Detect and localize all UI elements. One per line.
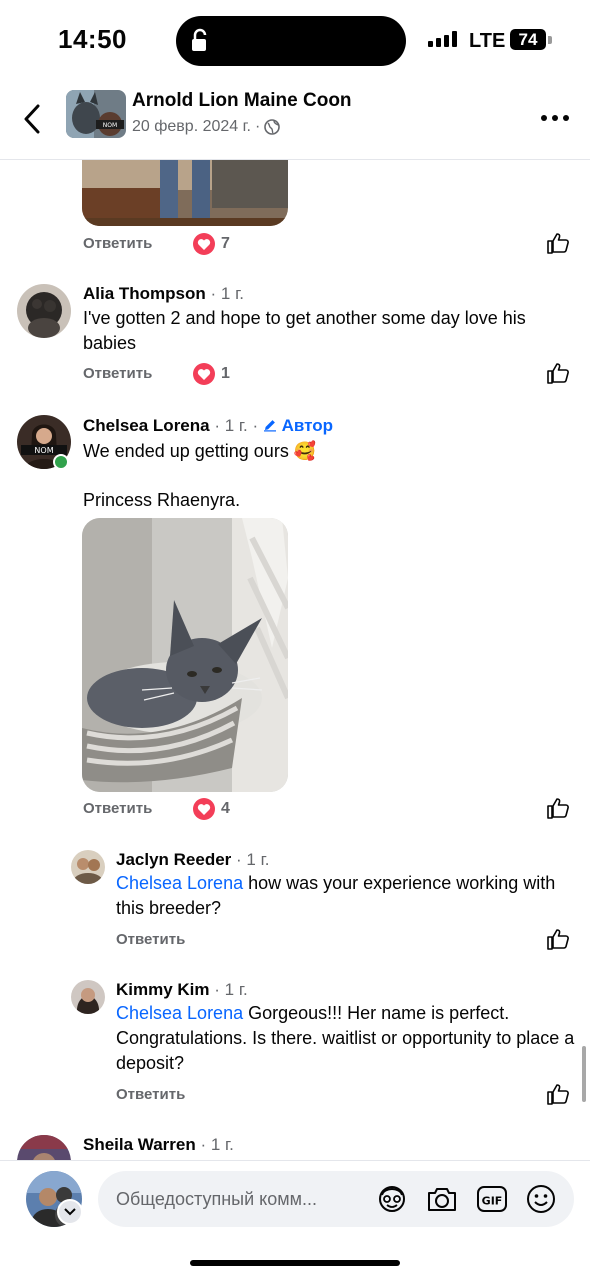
reply-button[interactable]: Ответить — [116, 931, 185, 948]
online-status-dot — [53, 454, 69, 470]
comment-author-line: Sheila Warren · 1 г. — [83, 1135, 234, 1155]
svg-text:NOM: NOM — [34, 446, 53, 455]
like-icon[interactable] — [546, 928, 570, 950]
like-icon[interactable] — [546, 362, 570, 384]
love-reaction-icon — [193, 233, 215, 255]
comment-age: · 1 г. — [200, 1135, 234, 1154]
post-date[interactable]: 20 февр. 2024 г. — [132, 118, 251, 136]
comment-photo[interactable] — [82, 160, 288, 226]
reply-author-avatar[interactable] — [71, 850, 105, 884]
camera-icon[interactable] — [426, 1184, 458, 1214]
svg-text:NOM: NOM — [103, 122, 117, 129]
avatar-sticker-icon[interactable] — [376, 1184, 408, 1214]
comment-input-placeholder[interactable]: Общедоступный комм... — [116, 1171, 317, 1227]
like-icon[interactable] — [546, 232, 570, 254]
commenter-avatar[interactable] — [17, 1135, 71, 1160]
reply-author-name[interactable]: Jaclyn Reeder — [116, 850, 231, 869]
reply-age: · 1 г. — [236, 850, 270, 869]
commenter-name[interactable]: Chelsea Lorena — [83, 416, 210, 435]
commenter-avatar[interactable] — [17, 284, 71, 338]
reply-age: · 1 г. — [214, 980, 248, 999]
battery-tip — [548, 36, 552, 44]
globe-icon — [264, 119, 281, 135]
comments-feed: Ответить 7 Alia Thompson · 1 г. I've got… — [0, 160, 590, 1160]
emoji-icon[interactable] — [525, 1184, 557, 1214]
reaction-count: 4 — [221, 800, 230, 817]
like-icon[interactable] — [546, 1083, 570, 1105]
reply-author-name[interactable]: Kimmy Kim — [116, 980, 210, 999]
unlock-icon — [192, 28, 207, 51]
more-options-icon[interactable] — [538, 104, 572, 132]
reply-text: Chelsea Lorena how was your experience w… — [116, 873, 556, 918]
like-icon[interactable] — [546, 797, 570, 819]
post-meta: 20 февр. 2024 г. · — [132, 118, 281, 136]
meta-separator: · — [254, 118, 261, 135]
svg-text:GIF: GIF — [482, 1195, 503, 1208]
comment-age: · 1 г. — [210, 284, 244, 303]
reply-author-avatar[interactable] — [71, 980, 105, 1014]
comment-author-line: Chelsea Lorena · 1 г. · Автор — [83, 416, 333, 436]
author-badge: Автор — [263, 416, 333, 435]
reaction-summary[interactable]: 1 — [193, 363, 230, 385]
reply-text: Chelsea Lorena Gorgeous!!! Her name is p… — [116, 1003, 575, 1073]
cat-photo[interactable] — [82, 518, 288, 792]
commenter-name[interactable]: Sheila Warren — [83, 1135, 196, 1154]
post-header: NOM Arnold Lion Maine Coon 20 февр. 2024… — [0, 82, 590, 160]
mention-link[interactable]: Chelsea Lorena — [116, 1003, 243, 1023]
status-bar: 14:50 LTE 74 — [0, 0, 590, 82]
scrollbar[interactable] — [582, 1046, 586, 1102]
comment-author-line: Alia Thompson · 1 г. — [83, 284, 244, 304]
reaction-summary[interactable]: 4 — [193, 798, 230, 820]
comment-text: Princess Rhaenyra. — [83, 490, 241, 510]
network-type: LTE — [469, 30, 506, 52]
reaction-count: 1 — [221, 365, 230, 382]
home-indicator — [190, 1260, 400, 1266]
love-reaction-icon — [193, 363, 215, 385]
reply-button[interactable]: Ответить — [83, 800, 152, 817]
comment-text: I've gotten 2 and hope to get another so… — [83, 308, 526, 353]
reaction-summary[interactable]: 7 — [193, 233, 230, 255]
pencil-icon — [263, 420, 276, 432]
gif-icon[interactable]: GIF — [476, 1184, 508, 1214]
reply-author-line: Jaclyn Reeder · 1 г. — [116, 850, 269, 870]
page-avatar[interactable]: NOM — [66, 90, 126, 138]
reply-button[interactable]: Ответить — [116, 1086, 185, 1103]
comment-age: · 1 г. · — [214, 416, 259, 435]
reply-button[interactable]: Ответить — [83, 365, 152, 382]
reply-button[interactable]: Ответить — [83, 235, 152, 252]
comment-input[interactable]: Общедоступный комм... GIF — [98, 1171, 574, 1227]
status-time: 14:50 — [58, 24, 127, 54]
back-arrow-icon[interactable] — [18, 102, 48, 136]
reply-author-line: Kimmy Kim · 1 г. — [116, 980, 248, 1000]
love-reaction-icon — [193, 798, 215, 820]
battery-icon: 74 — [510, 29, 546, 50]
commenter-name[interactable]: Alia Thompson — [83, 284, 206, 303]
page-name[interactable]: Arnold Lion Maine Coon — [132, 90, 352, 112]
chevron-down-icon[interactable] — [57, 1199, 83, 1225]
comment-text: We ended up getting ours 🥰 — [83, 441, 317, 461]
mention-link[interactable]: Chelsea Lorena — [116, 873, 243, 893]
reaction-count: 7 — [221, 235, 230, 252]
signal-icon — [428, 31, 457, 47]
comment-composer: Общедоступный комм... GIF — [0, 1160, 590, 1280]
